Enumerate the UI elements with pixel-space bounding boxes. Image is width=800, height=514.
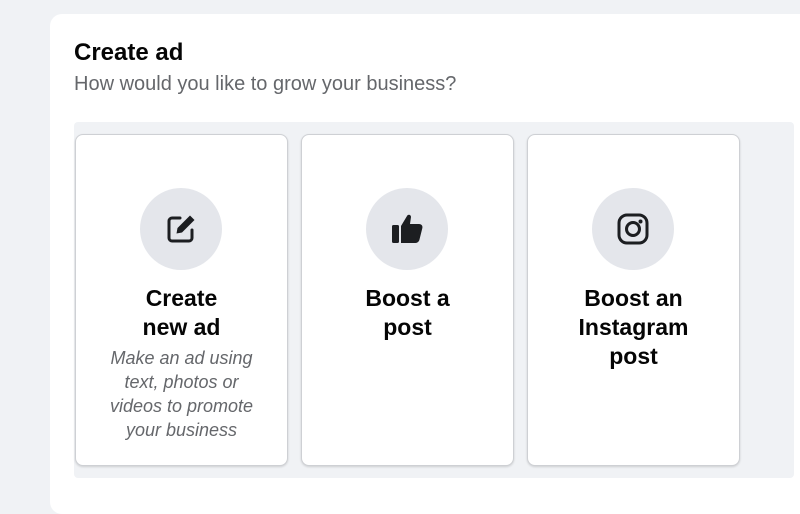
boost-instagram-post-card[interactable]: Boost an Instagram post (527, 134, 740, 466)
ad-options-area: Create new ad Make an ad using text, pho… (74, 122, 794, 478)
instagram-icon (615, 211, 651, 247)
boost-instagram-icon-circle (592, 188, 674, 270)
boost-post-card[interactable]: Boost a post (301, 134, 514, 466)
thumbs-up-icon (389, 211, 425, 247)
edit-icon (163, 211, 199, 247)
create-ad-panel: Create ad How would you like to grow you… (50, 14, 800, 514)
page-title: Create ad (74, 39, 184, 66)
create-new-ad-icon-circle (140, 188, 222, 270)
boost-instagram-post-title: Boost an Instagram post (578, 285, 689, 369)
boost-post-icon-circle (366, 188, 448, 270)
page-subtitle: How would you like to grow your business… (74, 73, 457, 95)
create-new-ad-title: Create new ad (142, 285, 221, 340)
create-new-ad-description: Make an ad using text, photos or videos … (109, 348, 254, 440)
create-new-ad-card[interactable]: Create new ad Make an ad using text, pho… (75, 134, 288, 466)
boost-post-title: Boost a post (365, 285, 450, 340)
